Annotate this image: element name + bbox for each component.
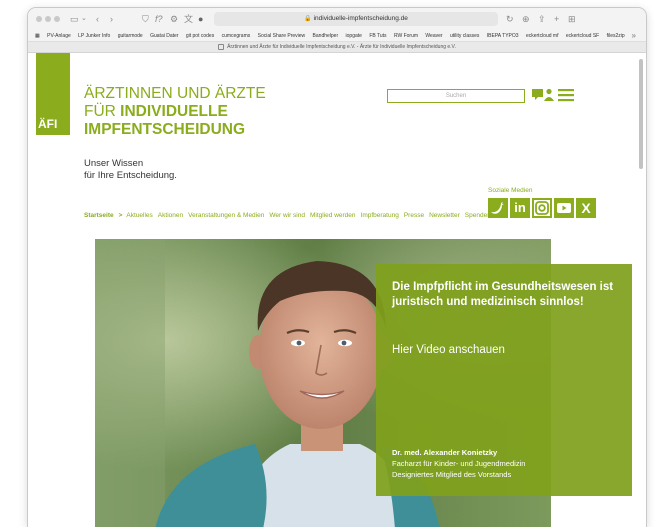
website: ÄFI ÄRZTINNEN UND ÄRZTE FÜR INDIVIDUELLE… xyxy=(28,53,646,527)
sidebar-icon[interactable]: ▭ xyxy=(70,13,79,25)
page: ▭ ⌄ ‹ › ⛉ f? ⚙ 文 ● 🔒 individuelle-impfent… xyxy=(0,0,654,527)
lock-icon: 🔒 xyxy=(304,16,312,22)
search-input[interactable]: Suchen xyxy=(387,89,525,103)
bookmark-item[interactable]: guitarmode xyxy=(118,33,143,39)
site-title-line3: IMPFENTSCHEIDUNG xyxy=(84,121,246,138)
close-window-button[interactable] xyxy=(36,16,42,22)
url-text: individuelle-impfentscheidung.de xyxy=(313,15,408,22)
youtube-icon[interactable] xyxy=(554,198,574,218)
browser-window: ▭ ⌄ ‹ › ⛉ f? ⚙ 文 ● 🔒 individuelle-impfent… xyxy=(28,8,646,527)
logo-text: ÄFI xyxy=(38,117,58,131)
browser-toolbar: ▭ ⌄ ‹ › ⛉ f? ⚙ 文 ● 🔒 individuelle-impfent… xyxy=(28,8,646,30)
hero-video-link[interactable]: Hier Video anschauen xyxy=(392,344,505,356)
more-bookmarks-icon[interactable]: » xyxy=(632,30,636,41)
header-icons xyxy=(532,88,576,104)
instagram-icon[interactable] xyxy=(532,198,552,218)
bookmark-item[interactable]: utility classes xyxy=(450,33,479,39)
bookmark-item[interactable]: cumcegrams xyxy=(222,33,251,39)
bookmark-item[interactable]: LP Junker Info xyxy=(78,33,110,39)
hero-person-role: Designiertes Mitglied des Vorstands xyxy=(392,470,512,479)
menu-icon[interactable] xyxy=(558,89,574,102)
nav-item-wer-wir-sind[interactable]: Wer wir sind xyxy=(269,212,305,219)
maximize-window-button[interactable] xyxy=(54,16,60,22)
twitter-icon[interactable] xyxy=(488,198,508,218)
bookmark-item[interactable]: Bandhelper xyxy=(313,33,339,39)
tagline-line1: Unser Wissen xyxy=(84,158,144,169)
bookmark-item[interactable]: eckertcloud mf xyxy=(526,33,559,39)
tab-overview-icon[interactable]: ⊞ xyxy=(568,13,576,25)
settings-icon[interactable]: ⚙ xyxy=(170,13,178,25)
nav-separator: > xyxy=(118,212,123,219)
tagline-line2: für Ihre Entscheidung. xyxy=(84,169,177,181)
nav-item-spenden[interactable]: Spenden xyxy=(465,212,491,219)
chat-icon[interactable] xyxy=(532,89,543,100)
nav-item-startseite[interactable]: Startseite xyxy=(84,212,114,219)
hero-headline: Die Impfpflicht im Gesundheitswesen ist … xyxy=(392,281,614,308)
address-bar[interactable]: 🔒 individuelle-impfentscheidung.de xyxy=(214,12,498,26)
forward-icon[interactable]: › xyxy=(110,13,113,25)
back-icon[interactable]: ‹ xyxy=(96,13,99,25)
translate-icon[interactable]: 文 xyxy=(184,13,193,25)
bookmark-item[interactable]: eckertcloud SF xyxy=(566,33,599,39)
bookmark-item[interactable]: PV-Anlage xyxy=(47,33,71,39)
nav-item-mitglied-werden[interactable]: Mitglied werden xyxy=(310,212,356,219)
chevron-down-icon[interactable]: ⌄ xyxy=(81,13,87,25)
site-title-line2-prefix: FÜR xyxy=(84,103,121,120)
reload-icon[interactable]: ↻ xyxy=(506,13,514,25)
user-icon[interactable] xyxy=(544,88,554,101)
bookmarks-bar: ▦ PV-Anlage LP Junker Info guitarmode Gu… xyxy=(28,30,646,42)
site-title[interactable]: ÄRZTINNEN UND ÄRZTE FÜR INDIVIDUELLE IMP… xyxy=(84,85,344,139)
main-navigation: Startseite > Aktuelles Aktionen Veranstaltun… xyxy=(84,210,491,222)
tab-title[interactable]: Ärztinnen und Ärzte für Individuelle Imp… xyxy=(227,44,456,50)
bookmark-item[interactable]: RW Forum xyxy=(394,33,418,39)
bookmarks-grid-icon[interactable]: ▦ xyxy=(35,33,40,39)
bookmark-item[interactable]: Guatai Dater xyxy=(150,33,178,39)
bookmark-item[interactable]: iopgate xyxy=(346,33,362,39)
linkedin-icon[interactable]: in xyxy=(510,198,530,218)
share-icon[interactable]: ⇪ xyxy=(538,13,546,25)
hero-person-name: Dr. med. Alexander Konietzky xyxy=(392,448,498,457)
bookmark-item[interactable]: IBEPA TYPO3 xyxy=(487,33,519,39)
tagline: Unser Wissen für Ihre Entscheidung. xyxy=(84,158,177,181)
new-tab-icon[interactable]: + xyxy=(554,13,559,25)
scrollbar[interactable] xyxy=(639,59,643,169)
site-title-line2-bold: INDIVIDUELLE xyxy=(120,103,228,120)
nav-item-aktuelles[interactable]: Aktuelles xyxy=(126,212,152,219)
nav-item-impfberatung[interactable]: Impfberatung xyxy=(361,212,399,219)
download-icon[interactable]: ⊕ xyxy=(522,13,530,25)
nav-item-presse[interactable]: Presse xyxy=(404,212,424,219)
social-label: Soziale Medien xyxy=(488,187,533,194)
privacy-icon[interactable]: ● xyxy=(198,13,203,25)
bookmark-item[interactable]: git pot codes xyxy=(186,33,214,39)
logo[interactable]: ÄFI xyxy=(36,53,70,135)
bookmark-item[interactable]: FB Tuts xyxy=(369,33,386,39)
bookmark-item[interactable]: files2zip xyxy=(607,33,625,39)
nav-item-aktionen[interactable]: Aktionen xyxy=(158,212,183,219)
nav-item-newsletter[interactable]: Newsletter xyxy=(429,212,460,219)
nav-item-veranstaltungen[interactable]: Veranstaltungen & Medien xyxy=(188,212,264,219)
minimize-window-button[interactable] xyxy=(45,16,51,22)
hero-person-role: Facharzt für Kinder- und Jugendmedizin xyxy=(392,459,526,468)
bookmark-item[interactable]: Weaver xyxy=(425,33,442,39)
hero-panel: Die Impfpflicht im Gesundheitswesen ist … xyxy=(376,264,632,496)
tab-bar: Ärztinnen und Ärzte für Individuelle Imp… xyxy=(28,42,646,53)
shield-icon[interactable]: ⛉ xyxy=(142,13,149,25)
site-title-line1: ÄRZTINNEN UND ÄRZTE xyxy=(84,85,266,102)
favicon-icon xyxy=(218,43,225,50)
function-icon[interactable]: f? xyxy=(155,13,163,25)
bookmark-item[interactable]: Social Share Preview xyxy=(258,33,306,39)
xing-icon[interactable]: X xyxy=(576,198,596,218)
